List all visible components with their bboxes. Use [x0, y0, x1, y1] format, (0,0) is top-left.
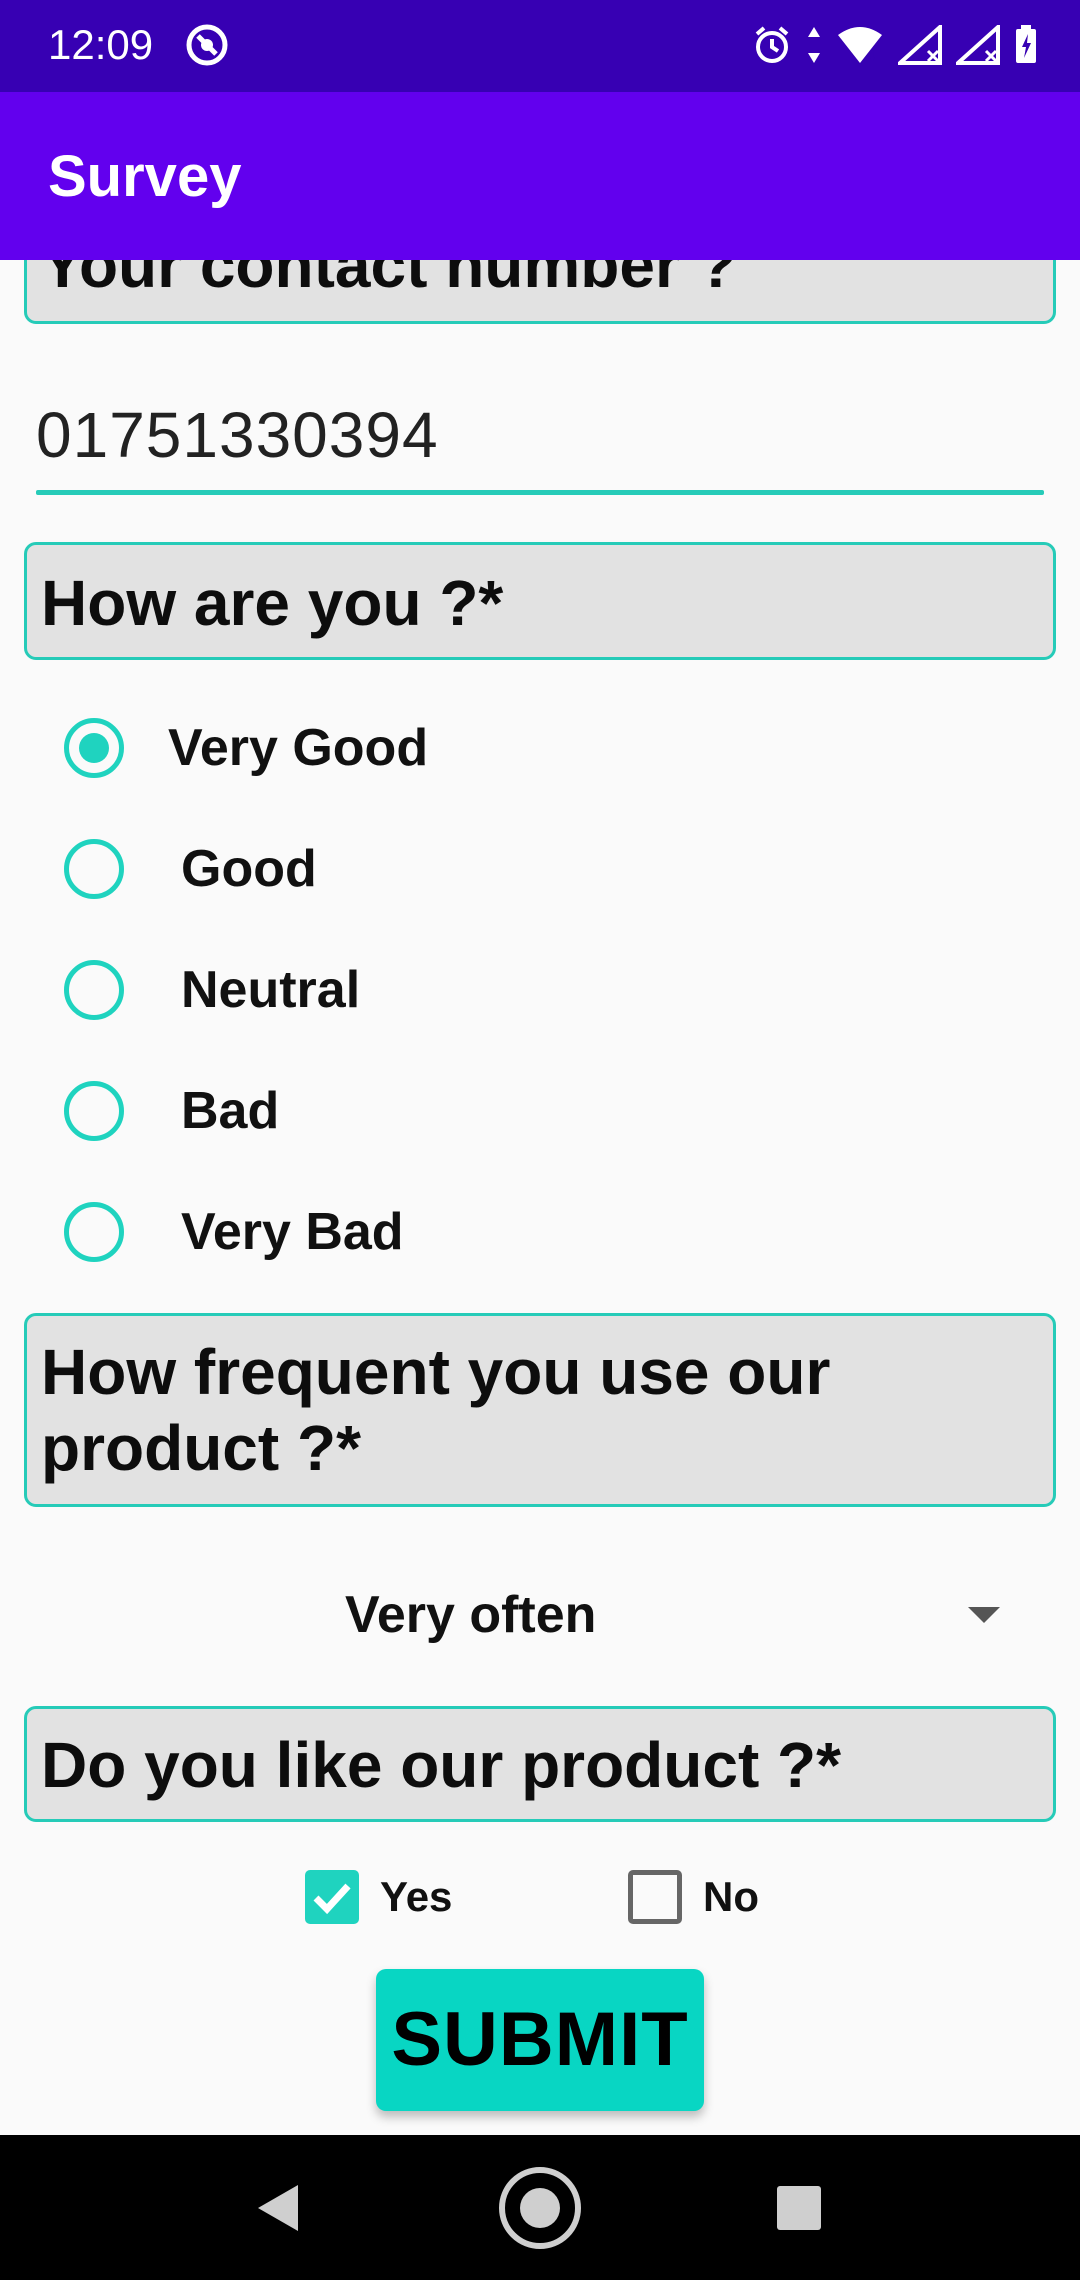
- signal-icon-2: [956, 25, 1000, 65]
- question-feeling: How are you ?*: [24, 542, 1056, 660]
- status-icons: 4: [752, 22, 1038, 68]
- question-contact: Your contact number ?: [24, 260, 1056, 324]
- radio-label-very-bad[interactable]: Very Bad: [181, 1202, 404, 1262]
- home-icon[interactable]: [497, 2165, 583, 2251]
- signal-icon: [898, 25, 942, 65]
- checkbox-yes[interactable]: [305, 1870, 359, 1924]
- contact-input-underline: [36, 490, 1044, 495]
- status-time: 12:09: [48, 21, 154, 68]
- radio-label-neutral[interactable]: Neutral: [181, 960, 360, 1020]
- recents-icon[interactable]: [776, 2185, 822, 2231]
- radio-very-good[interactable]: [64, 718, 124, 778]
- app-notification-icon: [186, 24, 228, 66]
- checkmark-icon: [313, 1883, 351, 1915]
- radio-label-very-good[interactable]: Very Good: [168, 718, 428, 778]
- contact-number-input[interactable]: 01751330394: [36, 400, 1044, 478]
- question-frequency-text: How frequent you use our product ?*: [41, 1334, 830, 1486]
- checkbox-label-no[interactable]: No: [703, 1872, 759, 1922]
- question-frequency-line2: product ?*: [41, 1412, 361, 1484]
- question-frequency: How frequent you use our product ?*: [24, 1313, 1056, 1507]
- radio-very-bad[interactable]: [64, 1202, 124, 1262]
- status-bar: 12:09 4: [0, 0, 1080, 92]
- frequency-selected-value: Very often: [345, 1586, 597, 1644]
- app-title: Survey: [48, 144, 242, 209]
- dropdown-arrow-icon: [968, 1607, 1000, 1623]
- radio-neutral[interactable]: [64, 960, 124, 1020]
- navigation-bar: [0, 2135, 1080, 2280]
- svg-text:4: 4: [866, 48, 875, 65]
- radio-label-good[interactable]: Good: [181, 839, 317, 899]
- wifi-icon: 4: [838, 27, 882, 65]
- radio-bad[interactable]: [64, 1081, 124, 1141]
- question-like-text: Do you like our product ?*: [41, 1729, 842, 1801]
- submit-button[interactable]: SUBMIT: [376, 1969, 704, 2111]
- question-like: Do you like our product ?*: [24, 1706, 1056, 1822]
- question-contact-text: Your contact number ?: [41, 260, 737, 301]
- question-feeling-text: How are you ?*: [41, 567, 504, 639]
- survey-form[interactable]: Your contact number ? 01751330394 How ar…: [0, 260, 1080, 2135]
- checkbox-label-yes[interactable]: Yes: [380, 1872, 452, 1922]
- checkbox-no[interactable]: [628, 1870, 682, 1924]
- screen: 12:09 4 Survey Your contact number ? 017…: [0, 0, 1080, 2280]
- back-icon[interactable]: [254, 2183, 304, 2233]
- alarm-icon: [755, 26, 789, 63]
- radio-good[interactable]: [64, 839, 124, 899]
- radio-label-bad[interactable]: Bad: [181, 1081, 279, 1141]
- data-arrows-icon: [808, 27, 820, 63]
- battery-icon: [1016, 25, 1036, 63]
- question-frequency-line1: How frequent you use our: [41, 1336, 831, 1408]
- frequency-dropdown[interactable]: Very often: [0, 1565, 1080, 1665]
- app-bar: Survey: [0, 92, 1080, 260]
